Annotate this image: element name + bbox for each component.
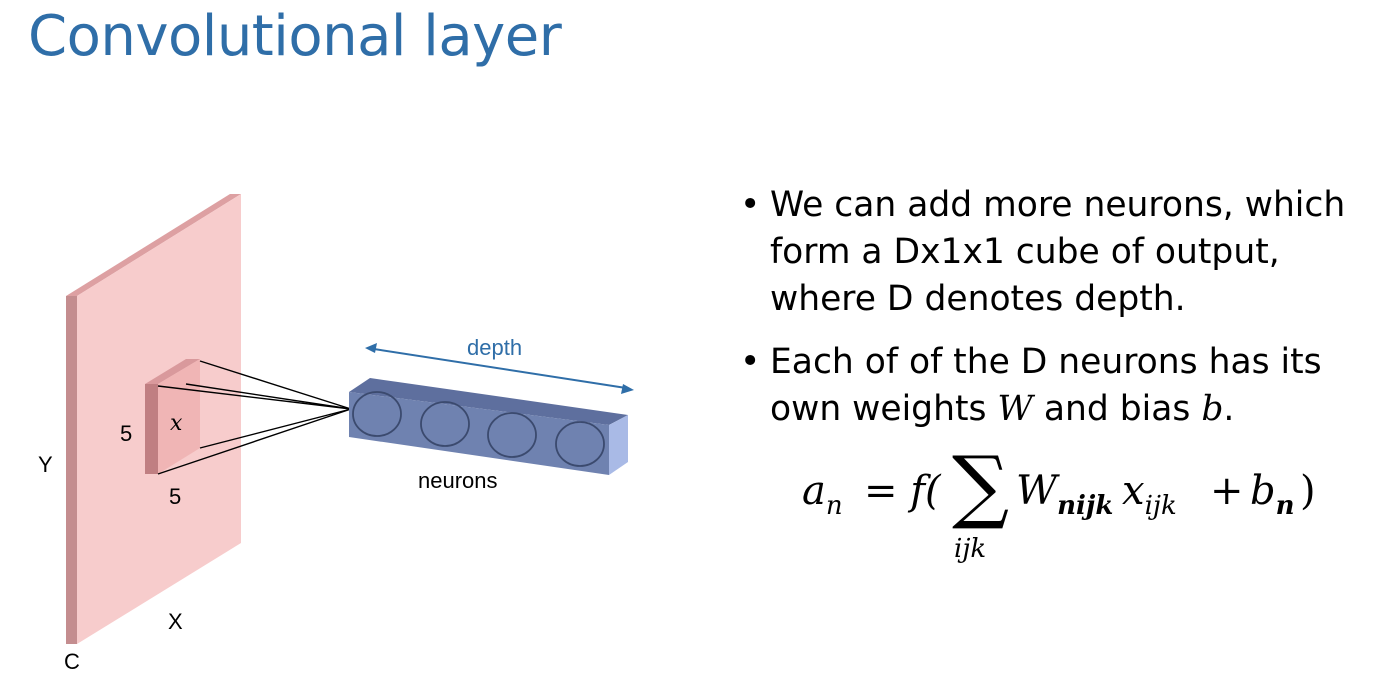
input-channels-label: C xyxy=(64,649,80,674)
formula-input: xijk xyxy=(1122,468,1177,521)
formula-input-sub: ijk xyxy=(1144,491,1177,521)
formula-equals-f: = f( xyxy=(864,468,941,514)
formula-bias-var: b xyxy=(1250,468,1276,514)
depth-arrowhead-right-icon xyxy=(621,384,634,394)
formula-lhs: an xyxy=(802,468,843,521)
formula-close-paren: ) xyxy=(1300,468,1316,514)
input-volume-side xyxy=(66,296,77,644)
neuron-output-formula: an = f( ∑ ijk Wnijk xijk + bn ) xyxy=(802,446,1342,572)
receptive-field-width-label: 5 xyxy=(169,484,181,509)
formula-weight-var: W xyxy=(1016,468,1058,514)
formula-lhs-var: a xyxy=(802,468,826,514)
bullet-item-1: • We can add more neurons, which form a … xyxy=(740,182,1380,323)
bullet-item-2-mid: and bias xyxy=(1032,389,1202,429)
formula-sum-icon: ∑ xyxy=(952,439,1010,532)
bullet-item-2-end: . xyxy=(1223,389,1235,429)
formula-weight-sub: nijk xyxy=(1057,491,1114,521)
formula-weight: Wnijk xyxy=(1016,468,1113,521)
neurons-label: neurons xyxy=(418,468,498,493)
depth-label: depth xyxy=(467,335,522,360)
formula-bias: bn xyxy=(1250,468,1295,521)
formula-sum-index: ijk xyxy=(954,534,987,564)
bullet-list: • We can add more neurons, which form a … xyxy=(740,182,1380,449)
bullet-item-2: • Each of of the D neurons has its own w… xyxy=(740,339,1380,433)
weight-symbol: W xyxy=(997,389,1033,429)
neuron-column-end xyxy=(609,415,628,475)
input-width-label: X xyxy=(168,609,183,634)
receptive-field-symbol: x xyxy=(170,411,183,436)
input-height-label: Y xyxy=(38,452,53,477)
formula-plus: + xyxy=(1210,468,1244,514)
receptive-field-height-label: 5 xyxy=(120,421,132,446)
bullet-item-1-text: We can add more neurons, which form a Dx… xyxy=(770,185,1346,319)
receptive-field-side xyxy=(145,384,158,474)
depth-arrowhead-left-icon xyxy=(365,343,377,353)
conv-diagram: depth neurons Y X C 5 5 x xyxy=(38,194,634,674)
formula-bias-sub: n xyxy=(1275,491,1295,521)
bullet-marker: • xyxy=(740,342,761,382)
bullet-marker: • xyxy=(740,185,761,225)
formula-input-var: x xyxy=(1122,468,1145,514)
bias-symbol: b xyxy=(1201,389,1224,429)
formula-lhs-sub: n xyxy=(825,491,843,521)
